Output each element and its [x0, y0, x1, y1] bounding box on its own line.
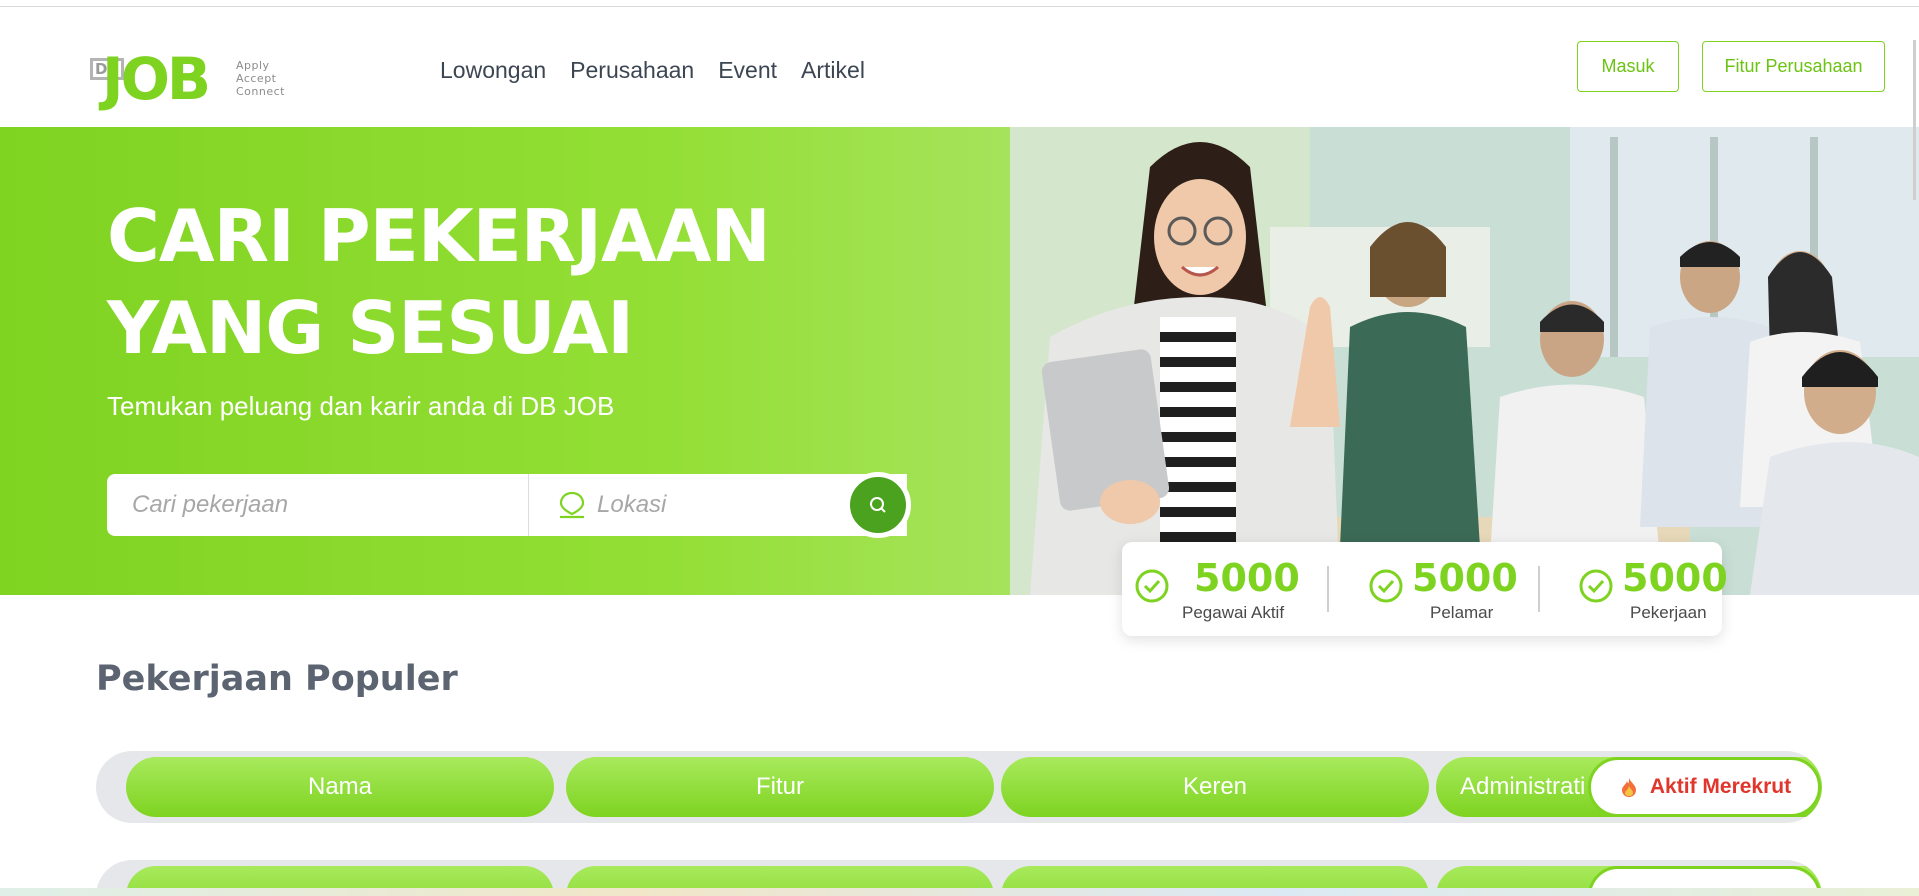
stat-active-employees: 5000 Pegawai Aktif	[1134, 542, 1324, 636]
stat-value: 5000	[1622, 556, 1728, 600]
check-circle-icon	[1135, 569, 1169, 603]
page-scrollbar[interactable]	[1913, 40, 1916, 200]
job-search-bar: Cari pekerjaan Lokasi	[107, 472, 911, 538]
tagline-apply: Apply	[236, 59, 270, 72]
window-top-border	[0, 0, 1919, 7]
search-icon	[870, 497, 886, 513]
hero-title-line-2: YANG SESUAI	[107, 286, 634, 370]
hero-title: CARI PEKERJAAN YANG SESUAI	[107, 190, 771, 374]
job-chip[interactable]: Keren	[1001, 757, 1429, 817]
nav-event[interactable]: Event	[718, 57, 777, 84]
stat-label: Pegawai Aktif	[1182, 603, 1285, 622]
location-placeholder: Lokasi	[597, 491, 667, 518]
fire-icon	[1621, 778, 1636, 797]
stat-value: 5000	[1194, 556, 1300, 600]
check-circle-icon	[1579, 569, 1613, 603]
location-pin-icon	[559, 491, 585, 519]
stat-divider	[1327, 566, 1329, 612]
hero-team-photo	[1010, 127, 1919, 595]
nav-artikel[interactable]: Artikel	[801, 57, 865, 84]
nav-lowongan[interactable]: Lowongan	[440, 57, 546, 84]
login-button[interactable]: Masuk	[1577, 41, 1679, 92]
stat-value: 5000	[1412, 556, 1518, 600]
job-search-input[interactable]: Cari pekerjaan	[107, 474, 529, 536]
hiring-badge-label: Aktif Merekrut	[1649, 775, 1792, 798]
location-input[interactable]: Lokasi	[537, 474, 837, 536]
actively-hiring-badge[interactable]: Aktif Merekrut	[1588, 757, 1821, 817]
page: DB JOB Apply Accept Connect Lowongan Per…	[0, 0, 1919, 896]
stat-divider	[1538, 566, 1540, 612]
logo-tagline: Apply Accept Connect	[236, 59, 285, 98]
job-chip[interactable]: Nama	[126, 757, 554, 817]
nav-perusahaan[interactable]: Perusahaan	[570, 57, 694, 84]
stats-card: 5000 Pegawai Aktif 5000 Pelamar 5000 Pek…	[1122, 542, 1728, 636]
db-job-logo[interactable]: DB JOB Apply Accept Connect	[90, 45, 300, 119]
bottom-taskbar-strip	[0, 888, 1919, 896]
search-button[interactable]	[845, 472, 911, 538]
navbar: DB JOB Apply Accept Connect Lowongan Per…	[0, 7, 1919, 127]
company-features-button[interactable]: Fitur Perusahaan	[1702, 41, 1885, 92]
section-title-popular-jobs: Pekerjaan Populer	[96, 659, 458, 699]
stat-label: Pekerjaan	[1630, 603, 1707, 622]
logo-job-wordmark: JOB	[102, 45, 211, 113]
popular-jobs-row: Nama Fitur Keren Administrati	[96, 751, 1822, 823]
stat-jobs: 5000 Pekerjaan	[1578, 542, 1728, 636]
stat-label: Pelamar	[1430, 603, 1494, 622]
job-chip[interactable]: Fitur	[566, 757, 994, 817]
stat-applicants: 5000 Pelamar	[1368, 542, 1518, 636]
hero-title-line-1: CARI PEKERJAAN	[107, 194, 771, 278]
tagline-accept: Accept	[236, 72, 277, 85]
check-circle-icon	[1369, 569, 1403, 603]
main-menu: Lowongan Perusahaan Event Artikel	[440, 57, 865, 84]
hero-subtitle: Temukan peluang dan karir anda di DB JOB	[107, 391, 615, 421]
tagline-connect: Connect	[236, 85, 285, 98]
